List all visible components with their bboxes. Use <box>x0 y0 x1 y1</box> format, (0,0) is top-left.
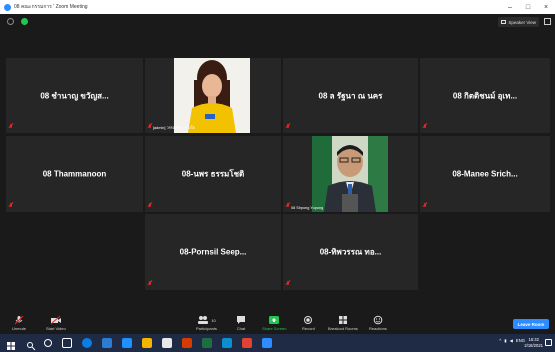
cortana-icon[interactable] <box>44 339 52 347</box>
participant-video <box>174 58 250 133</box>
muted-mic-icon <box>9 124 13 130</box>
smiley-icon <box>373 315 383 325</box>
network-icon[interactable]: ▮ <box>504 338 506 343</box>
chat-button[interactable]: Chat <box>236 315 246 331</box>
muted-mic-icon <box>286 281 290 287</box>
unmute-button[interactable]: Unmute <box>12 315 26 331</box>
participant-video <box>312 136 388 212</box>
minimize-button[interactable]: – <box>501 4 519 11</box>
participant-name: 08 ชำนาญ ขวัญส... <box>40 91 109 100</box>
participant-name: 08 Thammanoon <box>42 169 107 179</box>
participant-name: 08-Manee Srich... <box>452 169 518 179</box>
participants-count: 10 <box>211 317 216 323</box>
start-video-label: Start Video <box>46 326 66 331</box>
volume-icon[interactable]: ◀ <box>510 338 513 343</box>
fullscreen-icon[interactable] <box>544 18 551 25</box>
muted-mic-icon <box>286 124 290 130</box>
participant-tile[interactable]: 08 Thammanoon <box>6 136 143 212</box>
participants-label: Participants <box>196 326 217 331</box>
breakout-rooms-icon <box>338 315 348 325</box>
chat-label: Chat <box>236 326 246 331</box>
record-label: Record <box>302 326 315 331</box>
participant-photo <box>312 136 388 212</box>
muted-mic-icon <box>148 281 152 287</box>
participant-video-tile[interactable]: [admin] วรรณชิดา ดวงใจ <box>145 58 281 133</box>
speaker-view-button[interactable]: Speaker View <box>498 17 539 27</box>
microphone-muted-icon <box>14 315 24 325</box>
reactions-button[interactable]: Reactions <box>369 315 387 331</box>
participant-caption: 08 Sirpong Yupong <box>291 206 324 210</box>
participant-tile[interactable]: 08 กิตติชนม์ อุเท... <box>420 58 550 133</box>
reactions-label: Reactions <box>369 326 387 331</box>
system-tray: ^ ▮ ◀ ENG <box>499 338 525 343</box>
unmute-label: Unmute <box>12 326 27 331</box>
onedrive-icon[interactable] <box>222 338 232 348</box>
leave-room-button[interactable]: Leave Room <box>513 319 549 329</box>
window-title: 08 คณะกรรมการ ' Zoom Meeting <box>14 4 88 10</box>
participant-tile[interactable]: 08-ทิพวรรณ ทอ... <box>283 214 418 290</box>
chat-icon <box>236 315 246 325</box>
notifications-icon[interactable] <box>545 339 552 346</box>
meeting-topbar: Speaker View <box>0 14 555 30</box>
muted-mic-icon <box>423 124 427 130</box>
muted-mic-icon <box>9 203 13 209</box>
store-icon[interactable] <box>162 338 172 348</box>
muted-mic-icon <box>423 203 427 209</box>
muted-mic-icon <box>286 203 290 209</box>
participant-tile[interactable]: 08-นพร ธรรมโชติ <box>145 136 281 212</box>
share-screen-label: Share Screen <box>262 326 287 331</box>
participant-tile[interactable]: 08 ล รัฐนา ณ นคร <box>283 58 418 133</box>
powerpoint-icon[interactable] <box>182 338 192 348</box>
encryption-icon[interactable] <box>21 18 28 25</box>
share-screen-icon <box>268 315 280 325</box>
edge-icon[interactable] <box>82 338 92 348</box>
muted-mic-icon <box>148 203 152 209</box>
participant-name: 08-นพร ธรรมโชติ <box>181 169 245 179</box>
windows-start-icon[interactable] <box>6 338 16 350</box>
chevron-up-icon[interactable]: ^ <box>499 338 501 343</box>
maximize-button[interactable]: □ <box>519 4 537 11</box>
video-off-icon <box>50 315 62 325</box>
muted-mic-icon <box>148 124 152 130</box>
share-screen-button[interactable]: Share Screen <box>262 315 286 331</box>
participant-tile[interactable]: 08-Pornsil Seep... <box>145 214 281 290</box>
excel-icon[interactable] <box>202 338 212 348</box>
participants-icon: 10 <box>197 315 216 325</box>
breakout-rooms-label: Breakout Rooms <box>328 326 358 331</box>
windows-taskbar: ^ ▮ ◀ ENG 16:32 2/18/2021 <box>0 334 555 352</box>
close-button[interactable]: × <box>537 4 555 11</box>
participant-video-tile[interactable]: 08 Sirpong Yupong <box>283 136 418 212</box>
participant-name: 08 ล รัฐนา ณ นคร <box>318 91 383 100</box>
participant-caption: [admin] วรรณชิดา ดวงใจ <box>153 126 195 130</box>
participant-name: 08-ทิพวรรณ ทอ... <box>319 247 382 257</box>
task-view-icon[interactable] <box>62 338 72 348</box>
record-icon <box>303 315 313 325</box>
speaker-view-label: Speaker View <box>508 19 536 25</box>
grid-icon <box>501 20 507 24</box>
breakout-rooms-button[interactable]: Breakout Rooms <box>328 315 358 331</box>
search-icon[interactable] <box>26 338 36 351</box>
zoom-taskbar-icon[interactable] <box>262 338 272 348</box>
taskbar-clock[interactable]: 16:32 2/18/2021 <box>524 337 543 349</box>
meeting-info-icon[interactable] <box>7 18 14 25</box>
participant-photo <box>174 58 250 133</box>
record-button[interactable]: Record <box>302 315 315 331</box>
participant-tile[interactable]: 08-Manee Srich... <box>420 136 550 212</box>
start-video-button[interactable]: Start Video <box>46 315 66 331</box>
participant-name: 08-Pornsil Seep... <box>179 247 247 257</box>
participants-button[interactable]: 10 Participants <box>196 315 217 331</box>
clock-date: 2/18/2021 <box>524 343 543 348</box>
meeting-toolbar: Unmute Start Video 10 Participants Chat … <box>0 312 555 334</box>
chrome-icon[interactable] <box>242 338 252 348</box>
zoom-logo-icon <box>4 3 11 11</box>
word-icon[interactable] <box>102 338 112 348</box>
file-explorer-icon[interactable] <box>142 338 152 348</box>
participant-tile[interactable]: 08 ชำนาญ ขวัญส... <box>6 58 143 133</box>
participant-name: 08 กิตติชนม์ อุเท... <box>452 91 518 100</box>
window-titlebar: 08 คณะกรรมการ ' Zoom Meeting – □ × <box>0 0 555 14</box>
mail-icon[interactable] <box>122 338 132 348</box>
